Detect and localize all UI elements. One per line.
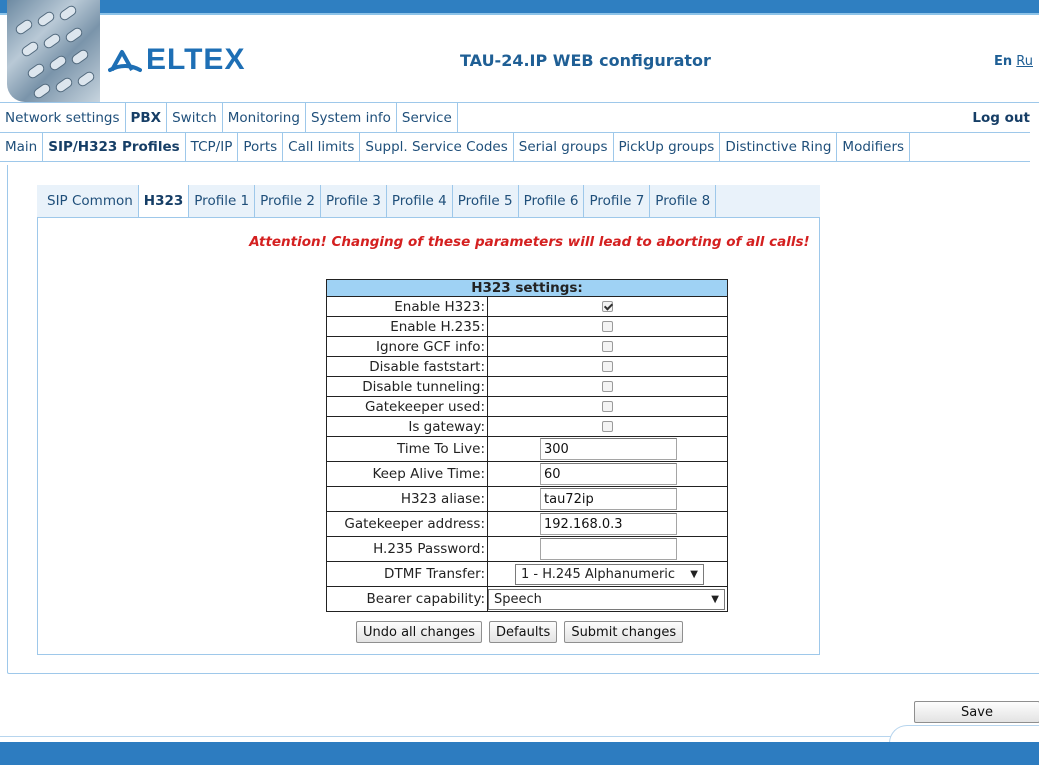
table-row: Gatekeeper used: bbox=[326, 396, 728, 417]
header: ELTEX TAU-24.IP WEB configurator En Ru bbox=[0, 0, 1039, 102]
submenu-item-call-limits[interactable]: Call limits bbox=[283, 133, 361, 161]
logo-text: ELTEX bbox=[146, 43, 246, 76]
submenu-item-serial-groups[interactable]: Serial groups bbox=[514, 133, 614, 161]
gatekeeper-address-input[interactable] bbox=[540, 513, 677, 535]
table-row: H323 aliase: bbox=[326, 486, 728, 512]
table-row: Disable tunneling: bbox=[326, 376, 728, 397]
form-buttons: Undo all changes Defaults Submit changes bbox=[356, 621, 684, 643]
dtmf-transfer-value: 1 - H.245 Alphanumeric bbox=[521, 566, 676, 582]
eltex-logo: ELTEX bbox=[108, 43, 246, 76]
table-header: H323 settings: bbox=[326, 279, 728, 297]
undo-all-changes-button[interactable]: Undo all changes bbox=[356, 621, 483, 643]
triangle-down-icon: ▼ bbox=[711, 593, 719, 605]
enable-h235-checkbox[interactable] bbox=[602, 321, 613, 332]
tab-profile-1[interactable]: Profile 1 bbox=[189, 185, 256, 217]
row-label: Enable H.235: bbox=[326, 316, 488, 337]
tab-profile-8[interactable]: Profile 8 bbox=[650, 185, 717, 217]
table-row: Disable faststart: bbox=[326, 356, 728, 377]
menu-item-system-info[interactable]: System info bbox=[306, 103, 397, 132]
row-label: DTMF Transfer: bbox=[326, 561, 488, 587]
menu-item-switch[interactable]: Switch bbox=[167, 103, 223, 132]
table-row: Is gateway: bbox=[326, 416, 728, 437]
eltex-logo-icon bbox=[108, 50, 142, 72]
table-row: Enable H323: bbox=[326, 296, 728, 317]
main-menu: Network settings PBX Switch Monitoring S… bbox=[0, 102, 1039, 132]
row-label: H323 aliase: bbox=[326, 486, 488, 512]
header-top-bar bbox=[0, 0, 1039, 15]
disable-tunneling-checkbox[interactable] bbox=[602, 381, 613, 392]
submenu-item-modifiers[interactable]: Modifiers bbox=[837, 133, 911, 161]
defaults-button[interactable]: Defaults bbox=[489, 621, 558, 643]
submenu-item-suppl-service-codes[interactable]: Suppl. Service Codes bbox=[360, 133, 514, 161]
submenu-item-ports[interactable]: Ports bbox=[238, 133, 284, 161]
h323-aliase-input[interactable] bbox=[540, 488, 677, 510]
table-row: H.235 Password: bbox=[326, 536, 728, 562]
tab-profile-4[interactable]: Profile 4 bbox=[387, 185, 453, 217]
row-label: Ignore GCF info: bbox=[326, 336, 488, 357]
submenu-item-main[interactable]: Main bbox=[0, 133, 44, 161]
row-label: Disable faststart: bbox=[326, 356, 488, 377]
row-label: Gatekeeper used: bbox=[326, 396, 488, 417]
app-title: TAU-24.IP WEB configurator bbox=[460, 51, 711, 70]
bearer-capability-value: Speech bbox=[494, 591, 542, 607]
keypad-image bbox=[7, 0, 100, 102]
menu-item-pbx[interactable]: PBX bbox=[126, 103, 168, 132]
submenu-item-sip-h323-profiles[interactable]: SIP/H323 Profiles bbox=[43, 133, 186, 161]
submenu-item-pickup-groups[interactable]: PickUp groups bbox=[614, 133, 721, 161]
ignore-gcf-info-checkbox[interactable] bbox=[602, 341, 613, 352]
dtmf-transfer-select[interactable]: 1 - H.245 Alphanumeric ▼ bbox=[515, 563, 704, 585]
row-label: Is gateway: bbox=[326, 416, 488, 437]
row-label: Keep Alive Time: bbox=[326, 461, 488, 487]
disable-faststart-checkbox[interactable] bbox=[602, 361, 613, 372]
tab-h323[interactable]: H323 bbox=[138, 185, 190, 217]
submit-changes-button[interactable]: Submit changes bbox=[564, 621, 684, 643]
lang-en: En bbox=[994, 54, 1013, 69]
row-label: Disable tunneling: bbox=[326, 376, 488, 397]
lang-ru-link[interactable]: Ru bbox=[1016, 54, 1033, 69]
row-label: Gatekeeper address: bbox=[326, 511, 488, 537]
submenu-item-distinctive-ring[interactable]: Distinctive Ring bbox=[720, 133, 838, 161]
menu-item-service[interactable]: Service bbox=[397, 103, 458, 132]
profile-tabs: SIP Common H323 Profile 1 Profile 2 Prof… bbox=[37, 185, 820, 218]
triangle-down-icon: ▼ bbox=[690, 568, 698, 580]
table-row: Time To Live: bbox=[326, 436, 728, 462]
row-label: Enable H323: bbox=[326, 296, 488, 317]
language-switcher: En Ru bbox=[994, 54, 1033, 69]
h323-settings-table: H323 settings: Enable H323: Enable H.235… bbox=[326, 279, 728, 612]
tab-profile-6[interactable]: Profile 6 bbox=[519, 185, 585, 217]
time-to-live-input[interactable] bbox=[540, 438, 677, 460]
h235-password-input[interactable] bbox=[540, 538, 677, 560]
tab-sip-common[interactable]: SIP Common bbox=[37, 185, 139, 217]
gatekeeper-used-checkbox[interactable] bbox=[602, 401, 613, 412]
table-row: Bearer capability: Speech ▼ bbox=[326, 586, 728, 612]
logout-link[interactable]: Log out bbox=[967, 103, 1039, 132]
warning-message: Attention! Changing of these parameters … bbox=[249, 234, 810, 250]
table-row: Keep Alive Time: bbox=[326, 461, 728, 487]
table-row: Ignore GCF info: bbox=[326, 336, 728, 357]
sub-menu: Main SIP/H323 Profiles TCP/IP Ports Call… bbox=[0, 132, 1030, 162]
enable-h323-checkbox[interactable] bbox=[602, 301, 613, 312]
tab-profile-5[interactable]: Profile 5 bbox=[453, 185, 519, 217]
row-label: Time To Live: bbox=[326, 436, 488, 462]
table-row: DTMF Transfer: 1 - H.245 Alphanumeric ▼ bbox=[326, 561, 728, 587]
row-label: H.235 Password: bbox=[326, 536, 488, 562]
keep-alive-time-input[interactable] bbox=[540, 463, 677, 485]
is-gateway-checkbox[interactable] bbox=[602, 421, 613, 432]
save-button[interactable]: Save bbox=[914, 701, 1039, 723]
submenu-item-tcp-ip[interactable]: TCP/IP bbox=[186, 133, 239, 161]
footer-tab-decoration bbox=[889, 725, 1039, 743]
row-label: Bearer capability: bbox=[326, 586, 488, 612]
menu-item-monitoring[interactable]: Monitoring bbox=[223, 103, 306, 132]
footer-bar bbox=[0, 742, 1039, 765]
bearer-capability-select[interactable]: Speech ▼ bbox=[488, 588, 725, 610]
tab-profile-7[interactable]: Profile 7 bbox=[584, 185, 651, 217]
tab-profile-2[interactable]: Profile 2 bbox=[255, 185, 321, 217]
tab-profile-3[interactable]: Profile 3 bbox=[321, 185, 387, 217]
menu-item-network-settings[interactable]: Network settings bbox=[0, 103, 126, 132]
table-row: Enable H.235: bbox=[326, 316, 728, 337]
table-row: Gatekeeper address: bbox=[326, 511, 728, 537]
